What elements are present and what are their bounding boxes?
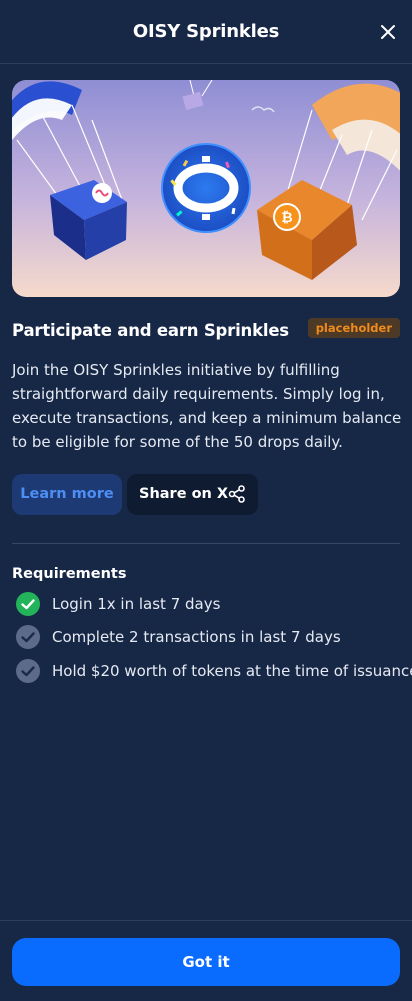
sprinkles-coin-icon <box>161 143 251 233</box>
requirement-label: Complete 2 transactions in last 7 days <box>52 628 341 646</box>
check-circle-icon <box>16 625 40 649</box>
requirement-item: Login 1x in last 7 days <box>16 592 220 616</box>
requirement-label: Login 1x in last 7 days <box>52 595 221 613</box>
section-divider <box>12 543 400 544</box>
check-circle-icon <box>16 592 40 616</box>
hero-illustration: ₿ <box>12 80 400 297</box>
section-title: Participate and earn Sprinkles <box>12 321 289 340</box>
close-button[interactable] <box>376 20 400 44</box>
requirement-item: Complete 2 transactions in last 7 days <box>16 625 341 649</box>
svg-text:₿: ₿ <box>281 210 292 226</box>
share-icon <box>228 485 245 503</box>
close-icon <box>381 25 395 39</box>
modal-title: OISY Sprinkles <box>132 21 280 42</box>
check-circle-icon <box>16 659 40 683</box>
share-on-x-button[interactable]: Share on X <box>127 474 258 515</box>
learn-more-button[interactable]: Learn more <box>12 474 122 515</box>
sprinkles-hero-image: ₿ <box>12 80 400 297</box>
requirement-item: Hold $20 worth of tokens at the time of … <box>16 659 412 683</box>
requirement-label: Hold $20 worth of tokens at the time of … <box>52 662 412 680</box>
footer-divider <box>0 920 412 921</box>
share-button-label: Share on X <box>139 486 229 502</box>
requirements-title: Requirements <box>12 566 127 582</box>
modal-header: OISY Sprinkles <box>0 0 412 64</box>
description-text: Join the OISY Sprinkles initiative by fu… <box>12 361 402 451</box>
got-it-button[interactable]: Got it <box>12 938 400 986</box>
status-badge: placeholder <box>307 318 400 338</box>
